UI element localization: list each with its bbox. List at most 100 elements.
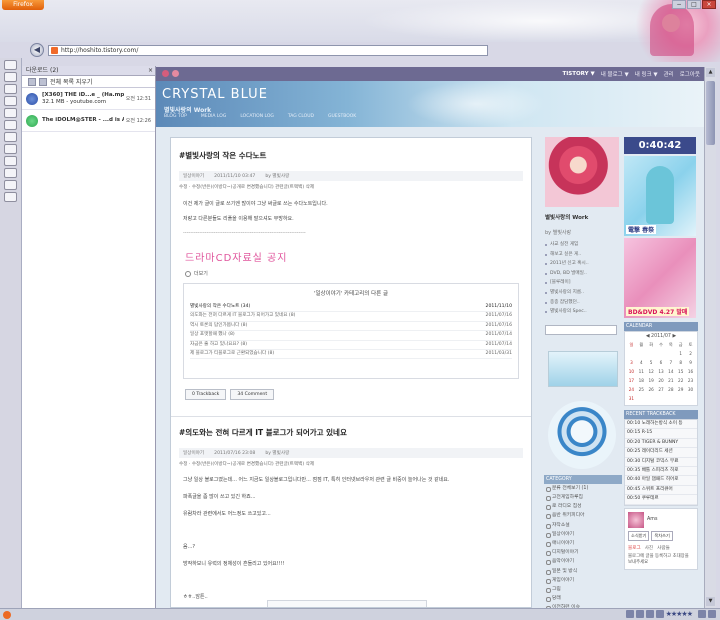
post-category[interactable]: 일상이야기: [183, 450, 204, 456]
trackback-item[interactable]: 00:30 디지털 코믹스 무료: [625, 458, 697, 468]
profile-link-photo[interactable]: 사진: [645, 545, 653, 551]
blog-search-input[interactable]: [545, 324, 617, 335]
download-item[interactable]: [X360] THE iD...e _ (Ha.mp4 32.1 MB - yo…: [22, 88, 155, 110]
calendar-day[interactable]: 20: [657, 377, 666, 385]
toolbar-tools-icon[interactable]: [4, 156, 17, 166]
rating-stars-icon[interactable]: ★★★★★: [666, 610, 693, 618]
trackback-item[interactable]: 00:20 TIGER & BUNNY: [625, 439, 697, 449]
drama-cd-notice[interactable]: 드라마CD자료실 공지: [185, 249, 523, 264]
back-button[interactable]: ◀: [30, 43, 44, 57]
category-item[interactable]: 고전게임하루집: [544, 493, 622, 502]
profile-link-blog[interactable]: 블로그: [628, 545, 641, 551]
calendar-day[interactable]: 31: [627, 395, 636, 403]
menu-tag-cloud[interactable]: TAG CLOUD: [288, 114, 314, 119]
menu-location-log[interactable]: LOCATION LOG: [240, 114, 274, 119]
menu-blog-top[interactable]: BLOG TOP: [164, 114, 187, 119]
toolbar-history-icon[interactable]: [4, 96, 17, 106]
calendar-day[interactable]: 2: [686, 350, 695, 358]
calendar-day[interactable]: 12: [647, 368, 656, 376]
trackback-item[interactable]: 00:45 스위트 프리큐어: [625, 486, 697, 496]
category-item[interactable]: 음악이야기: [544, 557, 622, 566]
menu-guestbook[interactable]: GUESTBOOK: [328, 114, 356, 119]
minimize-button[interactable]: −: [672, 0, 686, 9]
calendar-day[interactable]: 15: [676, 368, 685, 376]
tray-icon[interactable]: [625, 610, 634, 618]
calendar-day[interactable]: 9: [686, 359, 695, 367]
related-post-row[interactable]: 의도와는 전혀 다르게 IT 블로그가 되어가고 있네요 (8) 2011/07/…: [190, 312, 512, 322]
notice-link[interactable]: 사교 실전 게임: [544, 240, 622, 250]
calendar-month[interactable]: ◀ 2011/07 ▶: [627, 334, 695, 339]
calendar-day[interactable]: 26: [647, 386, 656, 394]
trackback-item[interactable]: 00:25 레이더리드 세션: [625, 448, 697, 458]
calendar-day[interactable]: 13: [657, 368, 666, 376]
calendar-day[interactable]: 6: [657, 359, 666, 367]
calendar-day[interactable]: 11: [637, 368, 646, 376]
notice-link[interactable]: 별빛사랑의 Spec..: [544, 307, 622, 317]
toolbar-settings-icon[interactable]: [4, 132, 17, 142]
calendar-day[interactable]: 18: [637, 377, 646, 385]
firefox-menu-button[interactable]: Firefox: [2, 0, 44, 10]
calendar-day[interactable]: 3: [627, 359, 636, 367]
calendar-day[interactable]: 금: [676, 341, 685, 349]
calendar-day[interactable]: 10: [627, 368, 636, 376]
toolbar-feed-icon[interactable]: [4, 120, 17, 130]
subscribe-button[interactable]: 소식받기: [628, 530, 650, 541]
url-bar[interactable]: http://hoshito.tistory.com/: [48, 44, 488, 56]
trackback-item[interactable]: 00:40 아일 잼패드 히어로: [625, 476, 697, 486]
tray-icon[interactable]: [635, 610, 644, 618]
toolbar-print-icon[interactable]: [4, 168, 17, 178]
calendar-day[interactable]: 30: [686, 386, 695, 394]
post-category[interactable]: 일상이야기: [183, 173, 204, 179]
toolbar-pen-icon[interactable]: [4, 192, 17, 202]
category-item[interactable]: 일본 및 방식: [544, 567, 622, 576]
notice-link[interactable]: 해보고 싶은 게..: [544, 250, 622, 260]
tray-icon[interactable]: [708, 610, 716, 618]
sidebar-close-icon[interactable]: ×: [146, 66, 155, 75]
notice-link[interactable]: DVD, BD 발매일..: [544, 269, 622, 279]
category-item[interactable]: 음반 위키피디아: [544, 511, 622, 520]
logout-link[interactable]: 로그아웃: [680, 70, 700, 78]
calendar-day[interactable]: 4: [637, 359, 646, 367]
calendar-day[interactable]: 토: [686, 341, 695, 349]
calendar-day[interactable]: 19: [647, 377, 656, 385]
trackback-button[interactable]: 0 Trackback: [185, 389, 227, 400]
sidebar-clear-icon[interactable]: [39, 77, 47, 86]
profile-link-people[interactable]: 사람들: [657, 545, 670, 551]
tray-icon[interactable]: [698, 610, 706, 618]
calendar-day[interactable]: 25: [637, 386, 646, 394]
category-item[interactable]: 일상이야기: [544, 530, 622, 539]
banner-ad[interactable]: BD&DVD 4.27 발매: [624, 238, 696, 318]
banner-ad[interactable]: 電撃 春祭: [624, 156, 696, 236]
my-blog-link[interactable]: 내 블로그 ▼: [601, 70, 629, 78]
more-toggle[interactable]: 더보기: [185, 270, 523, 277]
related-post-row[interactable]: 자금은 줄 하고 있나요요? (8) 2011/07/14: [190, 341, 512, 351]
trackback-item[interactable]: 00:15 R-15: [625, 429, 697, 439]
sidebar-search-icon[interactable]: [28, 77, 36, 86]
close-button[interactable]: ×: [702, 0, 716, 9]
related-post-row[interactable]: 별빛사랑의 작은 수다노트 (34) 2011/11/10: [190, 303, 512, 313]
my-link-link[interactable]: 내 링크 ▼: [635, 70, 658, 78]
category-item[interactable]: 디지털이야기: [544, 548, 622, 557]
notice-link[interactable]: 종종 잡담했던..: [544, 298, 622, 308]
scroll-down-icon[interactable]: ▼: [706, 597, 715, 606]
scrollbar-thumb[interactable]: [706, 81, 715, 145]
post-title[interactable]: #의도와는 전혀 다르게 IT 블로그가 되어가고 있네요: [179, 427, 523, 438]
post-admin-links[interactable]: 수정 · 수정(반은)(이방다~(공개로 변경했습니다) 관련글(트랙백) 삭제: [179, 184, 523, 190]
page-scrollbar[interactable]: ▲ ▼: [704, 67, 716, 608]
calendar-day[interactable]: 5: [647, 359, 656, 367]
calendar-day[interactable]: 7: [666, 359, 675, 367]
toolbar-home-icon[interactable]: [4, 60, 17, 70]
trackback-item[interactable]: 00:35 배틀 스피리츠 히로: [625, 467, 697, 477]
avatar[interactable]: [628, 511, 644, 528]
trackback-item[interactable]: 00:50 쿠루테르: [625, 495, 697, 505]
post-title[interactable]: #별빛사랑의 작은 수다노트: [179, 150, 523, 161]
notice-link[interactable]: 2011년 신고 혹시..: [544, 259, 622, 269]
toolbar-addons-icon[interactable]: [4, 180, 17, 190]
category-item[interactable]: 그림: [544, 585, 622, 594]
tray-icon[interactable]: [655, 610, 664, 618]
blog-title[interactable]: CRYSTAL BLUE: [162, 87, 268, 102]
calendar-day[interactable]: 17: [627, 377, 636, 385]
toolbar-search-icon[interactable]: [4, 144, 17, 154]
related-post-row[interactable]: 역시 토론의 답인가봅니다 (8) 2011/07/16: [190, 322, 512, 332]
tray-icon[interactable]: [645, 610, 654, 618]
